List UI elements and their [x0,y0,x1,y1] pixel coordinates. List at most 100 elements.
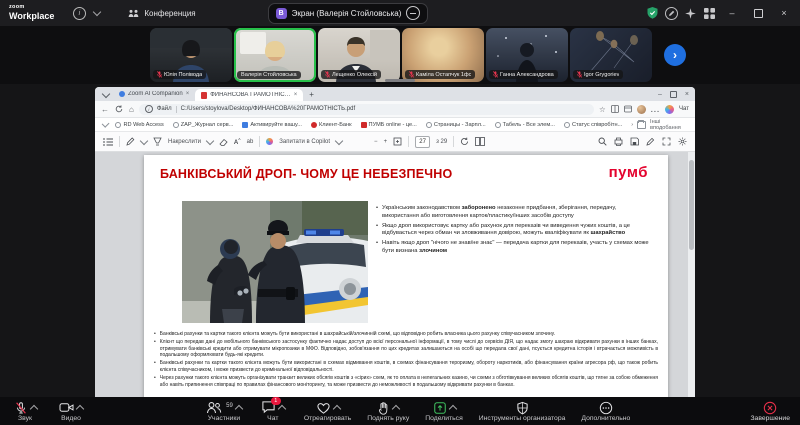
browser-restore-button[interactable] [669,90,677,98]
security-shield-icon[interactable] [646,6,659,20]
mic-muted-icon [15,401,26,414]
video-tile[interactable]: Каміла Остапчук 1фс [402,28,484,82]
tab-meeting[interactable]: Конференция [128,9,196,18]
bookmark-item[interactable]: Активируйте вашу... [242,121,302,128]
draw-chevron-icon[interactable] [205,136,215,145]
toc-icon[interactable] [103,138,113,146]
edit-icon[interactable] [646,137,655,146]
split-screen-icon[interactable] [610,105,619,113]
bookmark-item[interactable]: RD Web Access [115,121,164,128]
bookmark-item[interactable]: ПУМБ online - це... [360,121,417,128]
pen-icon[interactable] [126,137,135,146]
file-info-icon[interactable]: i [144,105,153,113]
scrollbar-thumb[interactable] [689,160,694,250]
end-meeting-button[interactable]: Завершение [750,400,790,422]
search-icon[interactable] [598,137,607,146]
close-tab-icon[interactable]: × [294,92,298,98]
zoom-in-button[interactable]: + [384,139,388,145]
audio-button[interactable]: Звук [10,400,40,422]
filmstrip-drag-handle[interactable] [385,79,415,82]
close-tab-icon[interactable]: × [186,91,190,97]
chat-options-chevron[interactable] [277,404,287,413]
pdf-scrollbar[interactable] [688,152,695,397]
url-field[interactable]: i Файл C:/Users/stoylova/Desktop/ФИНАНСО… [138,103,595,115]
more-button[interactable]: Дополнительно [581,400,630,422]
save-icon[interactable] [630,137,639,146]
bookmark-item[interactable]: ZAP_Журнал серв... [172,121,233,128]
react-button[interactable]: Отреагировать [304,400,351,422]
participants-button[interactable]: 59 Участники [206,400,244,422]
share-options-chevron[interactable] [448,404,457,413]
collapse-chevron-button[interactable] [88,4,106,22]
participants-options-chevron[interactable] [234,404,244,413]
ai-companion-icon[interactable] [684,7,697,20]
tab-search-icon[interactable] [101,89,111,99]
copilot-chevron-icon[interactable] [334,136,344,145]
apps-grid-icon[interactable] [703,7,716,20]
highlighter-icon[interactable] [153,137,162,146]
video-tile[interactable]: Лещенко Олексій [318,28,400,82]
url-scheme-label: Файл [156,106,172,112]
browser-close-button[interactable]: × [685,91,689,98]
favorite-star-icon[interactable]: ☆ [599,105,606,114]
browser-tab-active[interactable]: ФИНАНСОВА ГРАМОТНІСТЬ.pdf × [195,89,304,101]
home-icon[interactable]: ⌂ [129,105,134,114]
read-aloud-icon[interactable]: A^ [234,137,241,146]
video-tile[interactable]: Igor Grygoriev [570,28,652,82]
pen-chevron-icon[interactable] [139,136,149,145]
video-options-chevron[interactable] [75,404,85,413]
reload-icon[interactable] [115,105,123,113]
bookmark-item[interactable]: Страницы - Зарпл... [425,121,486,128]
bookmark-item[interactable]: Табель - Все элем... [494,121,555,128]
bookmark-item[interactable]: Статус співробітн... [563,121,622,128]
text-select-icon[interactable]: ab [247,139,254,145]
bookmarks-chevron-icon[interactable] [101,119,110,128]
new-tab-button[interactable]: + [309,90,314,99]
title-bar-controls: – × [646,4,794,22]
raise-hand-options-chevron[interactable] [391,404,401,413]
share-button[interactable]: Поделиться [425,400,463,422]
next-participants-button[interactable]: › [664,44,686,66]
settings-gear-icon[interactable] [678,137,687,146]
video-tile[interactable]: Ганна Александрова [486,28,568,82]
close-button[interactable]: × [774,4,794,22]
other-bookmarks[interactable]: › Інші вподобання [631,119,687,131]
page-view-icon[interactable] [475,137,486,146]
restore-button[interactable] [748,4,768,22]
favorites-icon[interactable] [623,105,632,113]
host-tools-button[interactable]: Инструменты организатора [479,400,565,422]
video-button[interactable]: Видео [56,400,86,422]
fit-page-icon[interactable] [393,137,402,146]
chat-button[interactable]: 1 Чат [258,396,288,422]
participant-filmstrip: Юлія Полівода Валерія Стойловська Лещенк… [0,26,800,84]
mic-muted-icon [157,71,162,78]
tab-shared-screen[interactable]: В Экран (Валерія Стойловська) [267,2,429,24]
eraser-icon[interactable] [219,138,228,146]
print-icon[interactable] [614,137,623,146]
bookmark-item[interactable]: Клиент-Банк [310,121,352,128]
raise-hand-button[interactable]: Поднять руку [367,400,409,422]
back-icon[interactable]: ← [101,105,109,114]
browser-more-icon[interactable]: ... [651,105,660,114]
browser-minimize-button[interactable]: – [658,91,662,98]
ask-copilot-button[interactable]: Запитати в Copilot [279,139,330,145]
meeting-info-button[interactable]: i [70,4,88,22]
pdf-viewer[interactable]: БАНКІВСЬКИЙ ДРОП- ЧОМУ ЦЕ НЕБЕЗПЕЧНО пум… [95,152,695,397]
page-number-input[interactable]: 27 [415,135,431,148]
overflow-chevron-icon[interactable]: › [631,122,633,128]
copilot-icon[interactable] [665,104,675,114]
video-tile[interactable]: Юлія Полівода [150,28,232,82]
audio-options-chevron[interactable] [29,404,38,413]
stop-share-icon[interactable] [406,6,421,20]
minimize-button[interactable]: – [722,4,742,22]
draw-label[interactable]: Накреслити [168,139,201,145]
rotate-icon[interactable] [460,137,469,146]
zoom-out-button[interactable]: − [374,139,378,145]
react-options-chevron[interactable] [332,404,341,413]
browser-profile-avatar[interactable] [636,104,646,114]
browser-tab-inactive[interactable]: Zoom AI Companion × [113,87,195,101]
more-label: Дополнительно [581,415,631,422]
fullscreen-icon[interactable] [662,137,671,146]
annotate-pencil-icon[interactable] [665,6,678,20]
video-tile[interactable]: Валерія Стойловська [234,28,316,82]
